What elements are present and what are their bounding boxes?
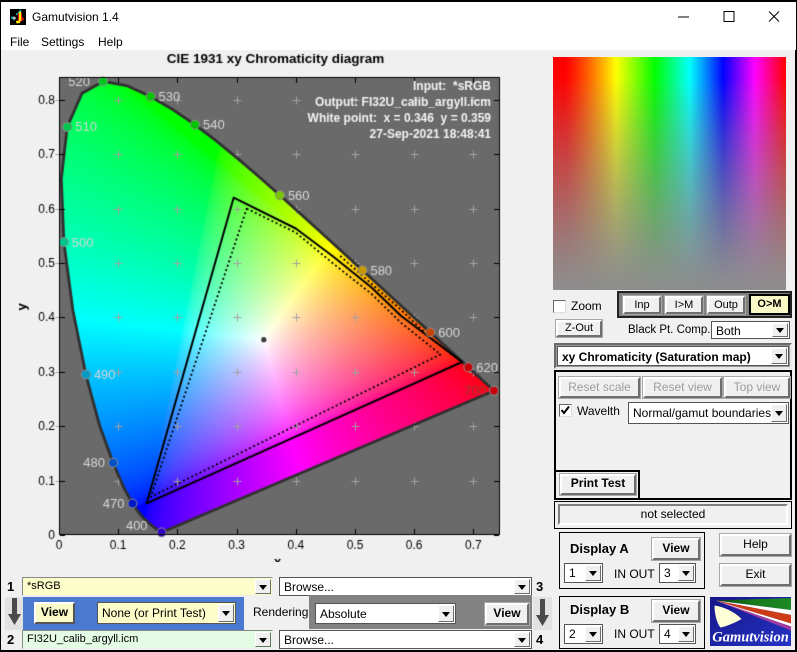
svg-text:Gamutvision: Gamutvision [712, 630, 789, 646]
